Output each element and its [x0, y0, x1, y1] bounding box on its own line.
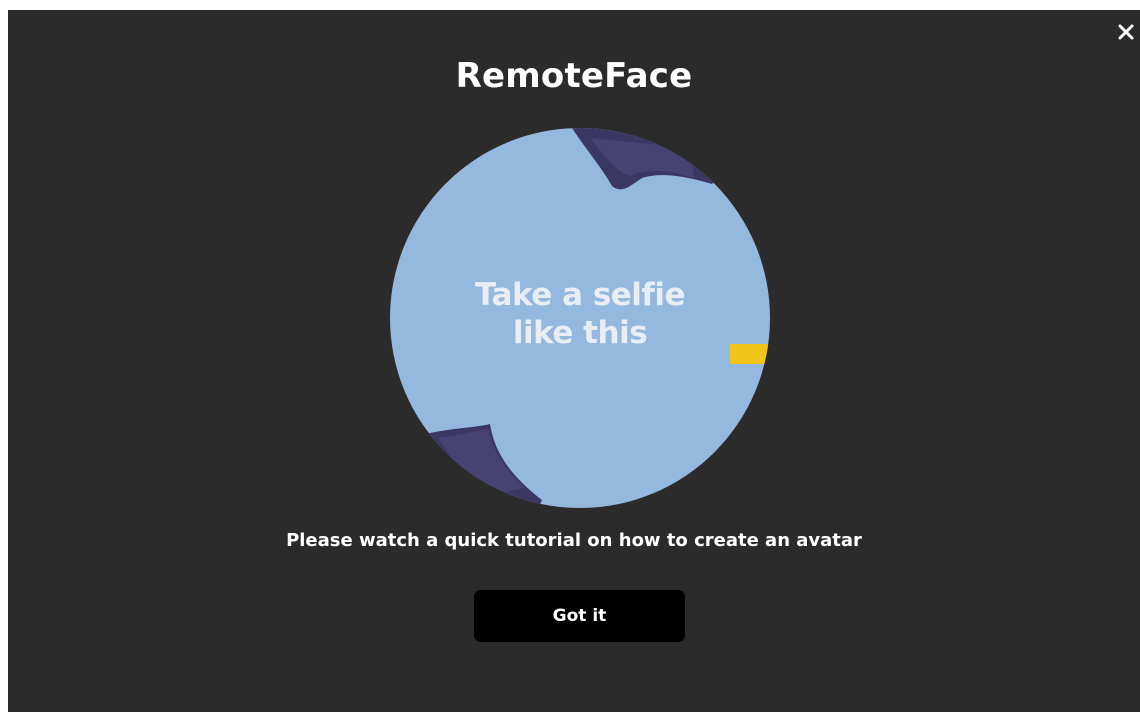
- video-caption: Take a selfie like this: [390, 276, 770, 352]
- app-title: RemoteFace: [455, 56, 693, 96]
- tutorial-dialog: RemoteFace Take a selfie like this Pleas…: [8, 10, 1140, 712]
- video-caption-line2: like this: [512, 315, 648, 351]
- video-caption-line1: Take a selfie: [474, 277, 686, 313]
- close-icon: [1118, 24, 1134, 40]
- close-button[interactable]: [1112, 18, 1140, 46]
- got-it-button[interactable]: Got it: [474, 590, 685, 642]
- tutorial-message: Please watch a quick tutorial on how to …: [286, 530, 862, 551]
- tutorial-video[interactable]: Take a selfie like this: [390, 128, 770, 508]
